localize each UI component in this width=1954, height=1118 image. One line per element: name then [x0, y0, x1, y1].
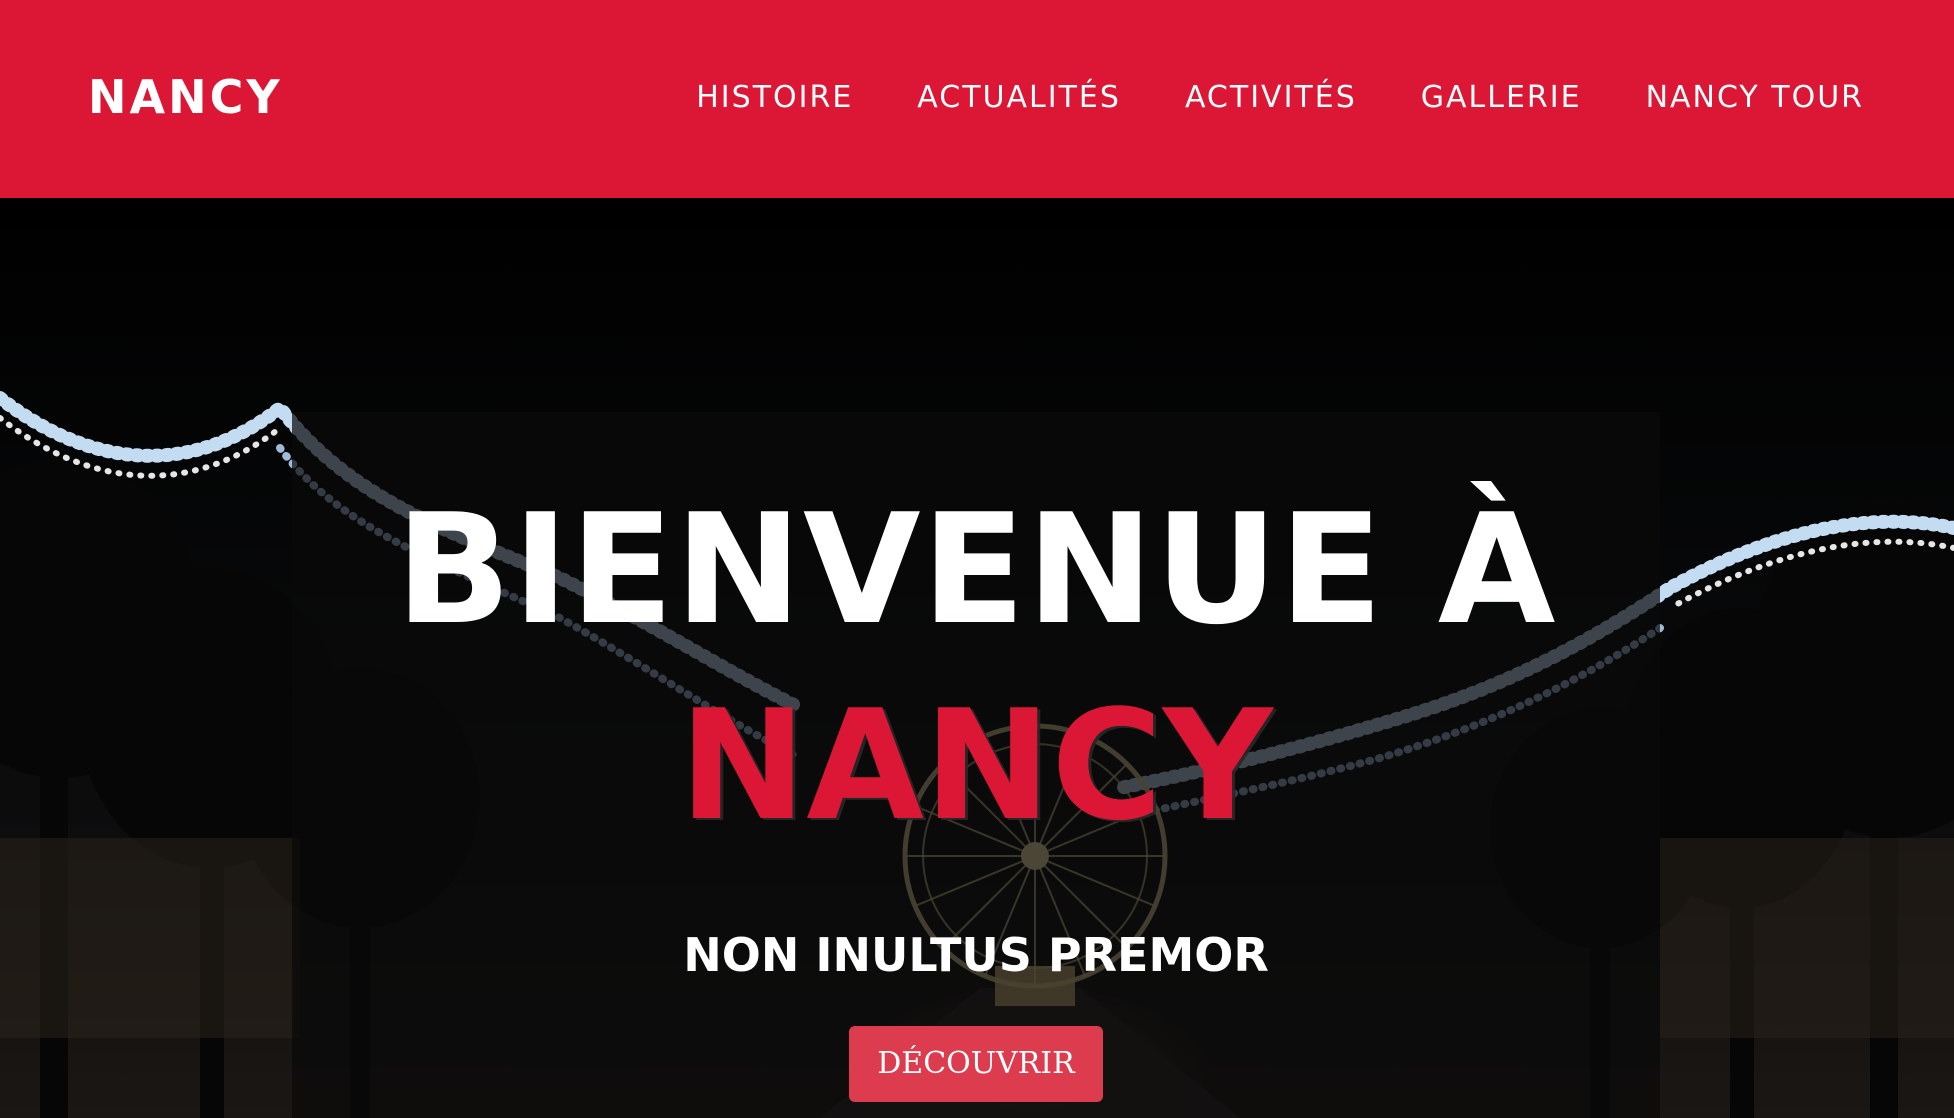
- top-navbar: NANCY HISTOIRE ACTUALITÉS ACTIVITÉS GALL…: [0, 0, 1954, 198]
- nav-link-gallerie[interactable]: GALLERIE: [1421, 80, 1582, 115]
- building-left: [0, 838, 300, 1038]
- nav-link-histoire[interactable]: HISTOIRE: [696, 80, 853, 115]
- hero-section: BIENVENUE À NANCY NON INULTUS PREMOR DÉC…: [0, 198, 1954, 1118]
- brand-logo-link[interactable]: NANCY: [88, 70, 283, 124]
- building-right: [1660, 838, 1954, 1038]
- nav-link-actualites[interactable]: ACTUALITÉS: [917, 80, 1121, 115]
- hero-title-city: NANCY: [679, 677, 1273, 854]
- nav-link-activites[interactable]: ACTIVITÉS: [1185, 80, 1357, 115]
- nav-link-nancy-tour[interactable]: NANCY TOUR: [1646, 80, 1864, 115]
- hero-title-line1: BIENVENUE À: [395, 481, 1557, 658]
- discover-button[interactable]: DÉCOUVRIR: [849, 1026, 1103, 1102]
- hero-tagline: NON INULTUS PREMOR: [683, 928, 1269, 982]
- hero-content: BIENVENUE À NANCY NON INULTUS PREMOR DÉC…: [292, 412, 1660, 1102]
- main-nav: HISTOIRE ACTUALITÉS ACTIVITÉS GALLERIE N…: [696, 80, 1864, 115]
